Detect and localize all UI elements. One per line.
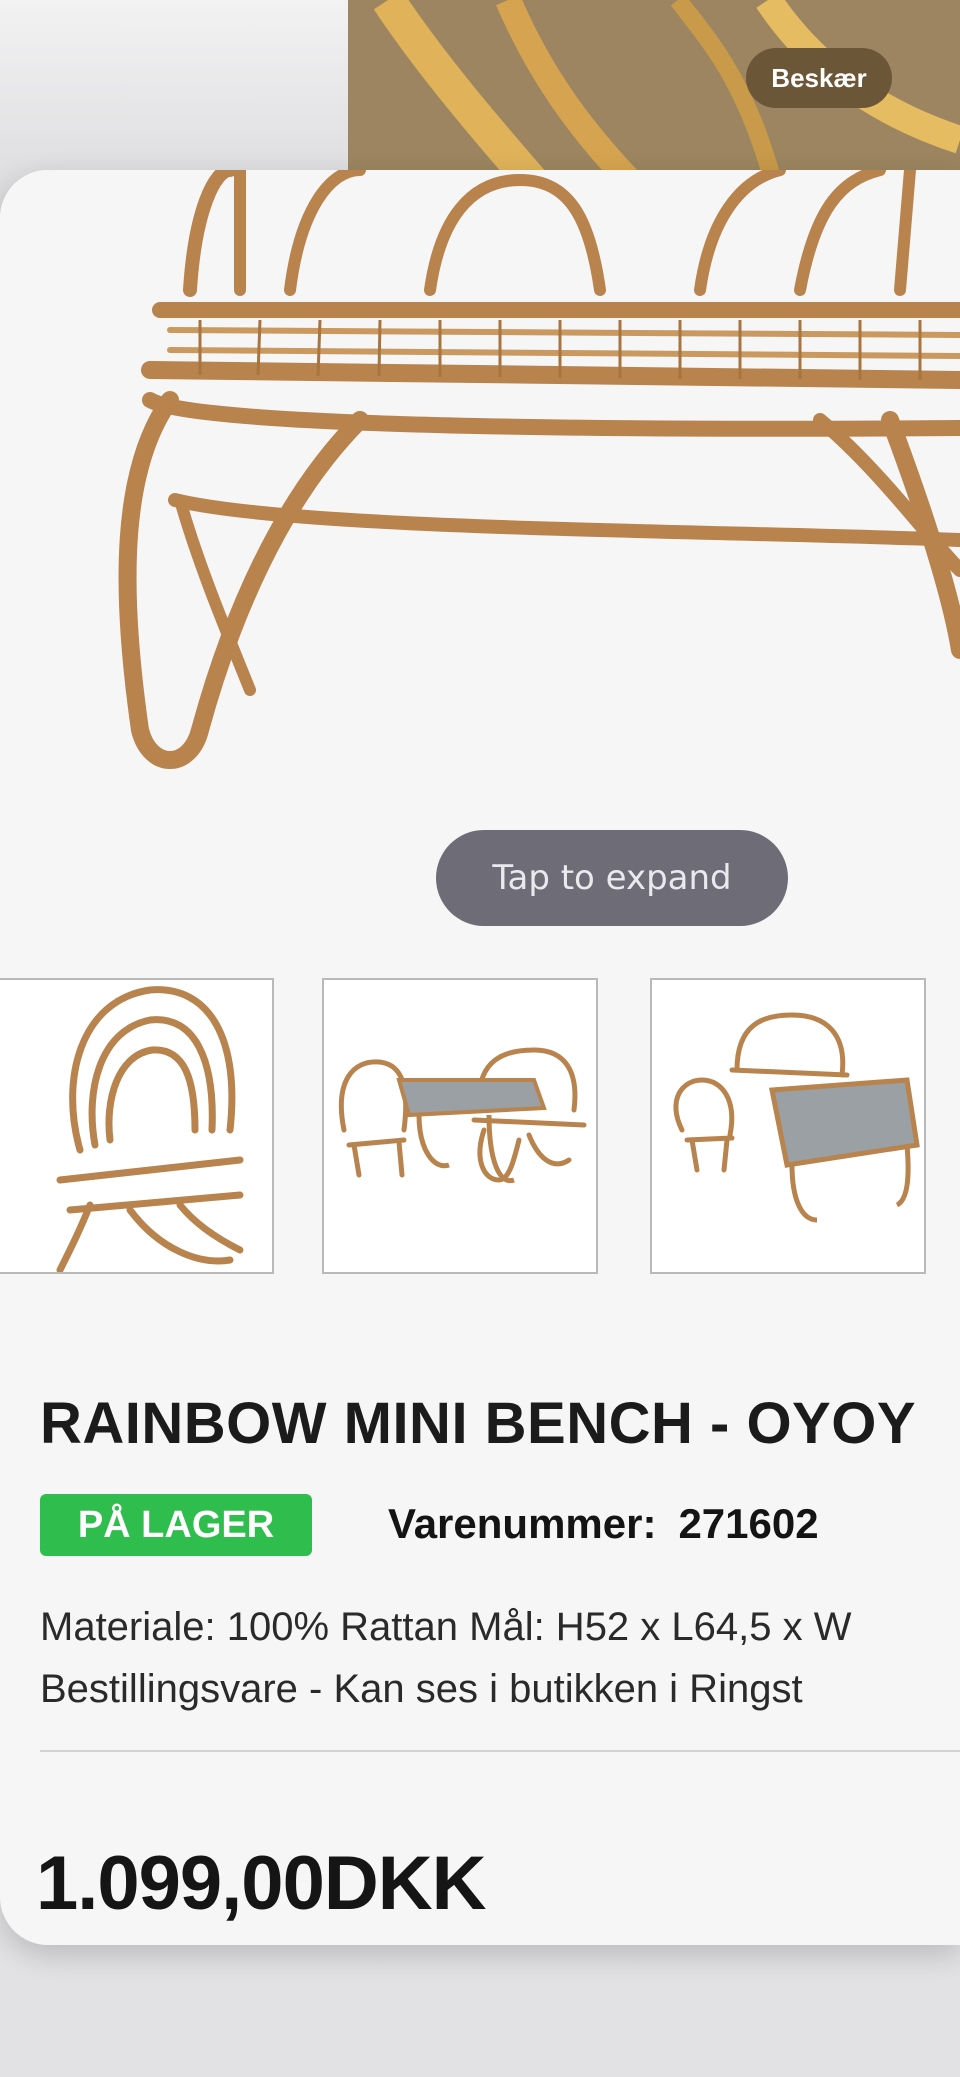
product-title: RAINBOW MINI BENCH - OYOY (40, 1391, 917, 1456)
tap-to-expand-button[interactable]: Tap to expand (436, 830, 788, 926)
thumbnail-strip (0, 978, 960, 1278)
thumbnail-table-set[interactable] (322, 978, 598, 1274)
rattan-bench-image (118, 170, 960, 769)
product-price: 1.099,00DKK (36, 1841, 486, 1926)
thumbnail-set-angle[interactable] (650, 978, 926, 1274)
sku-value: 271602 (678, 1500, 819, 1547)
thumbnail-chair[interactable] (0, 978, 274, 1274)
product-main-image[interactable]: Tap to expand (0, 170, 960, 940)
sku-row: Varenummer: 271602 (388, 1500, 819, 1548)
product-description: Materiale: 100% Rattan Mål: H52 x L64,5 … (40, 1596, 851, 1720)
in-stock-badge: PÅ LAGER (40, 1494, 312, 1556)
crop-button[interactable]: Beskær (746, 48, 892, 108)
sku-label: Varenummer: (388, 1500, 657, 1547)
divider (40, 1750, 960, 1752)
product-card: Tap to expand RAINBOW MINI BENCH - OYOY … (0, 170, 960, 1945)
description-line: Materiale: 100% Rattan Mål: H52 x L64,5 … (40, 1605, 852, 1649)
description-line: Bestillingsvare - Kan ses i butikken i R… (40, 1667, 803, 1711)
